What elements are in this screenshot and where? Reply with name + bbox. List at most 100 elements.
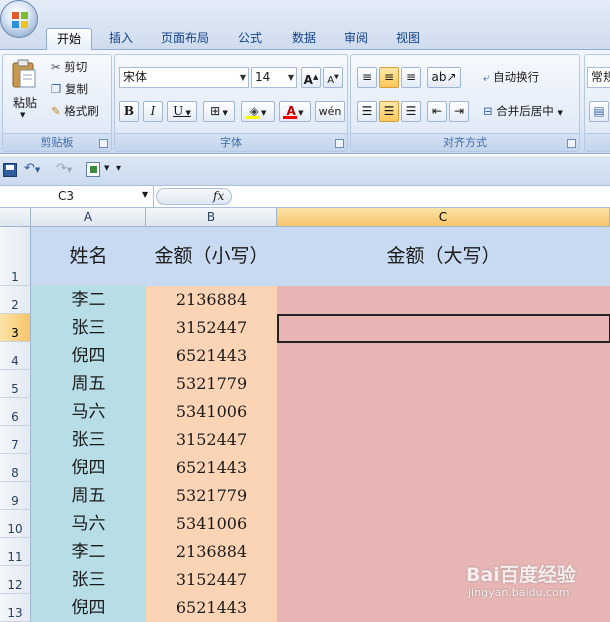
name-cell[interactable]: 马六 (31, 398, 146, 426)
align-center-button[interactable]: ☰ (379, 101, 399, 122)
tab-4[interactable]: 数据 (282, 28, 326, 50)
amount-uppercase-cell[interactable] (277, 454, 610, 482)
name-box[interactable]: C3 ▼ (0, 186, 154, 207)
name-cell[interactable]: 张三 (31, 314, 146, 342)
grow-font-button[interactable]: A▲ (301, 67, 321, 88)
bold-button[interactable]: B (119, 101, 139, 122)
row-header[interactable]: 2 (0, 286, 31, 314)
row-header[interactable]: 9 (0, 482, 31, 510)
amount-uppercase-cell[interactable] (277, 342, 610, 370)
name-cell[interactable]: 李二 (31, 538, 146, 566)
header-cell-name[interactable]: 姓名 (31, 227, 146, 286)
amount-uppercase-cell[interactable] (277, 370, 610, 398)
column-header-a[interactable]: A (31, 208, 146, 227)
accounting-format-button[interactable]: ▤ (589, 101, 609, 122)
row-header[interactable]: 6 (0, 398, 31, 426)
name-cell[interactable]: 张三 (31, 566, 146, 594)
borders-button[interactable]: ⊞ ▼ (203, 101, 235, 122)
align-left-button[interactable]: ☰ (357, 101, 377, 122)
font-name-combo[interactable]: 宋体 ▼ (119, 67, 249, 88)
amount-cell[interactable]: 3152447 (146, 566, 277, 594)
row-header[interactable]: 5 (0, 370, 31, 398)
row-header[interactable]: 4 (0, 342, 31, 370)
name-cell[interactable]: 马六 (31, 510, 146, 538)
tab-3[interactable]: 公式 (228, 28, 272, 50)
insert-function-icon[interactable]: fx (213, 189, 224, 203)
name-cell[interactable]: 周五 (31, 370, 146, 398)
amount-cell[interactable]: 2136884 (146, 538, 277, 566)
cut-button[interactable]: ✂ 剪切 (51, 57, 87, 77)
format-painter-button[interactable]: ✎ 格式刷 (51, 101, 99, 121)
number-format-combo[interactable]: 常规 (587, 67, 610, 88)
underline-button[interactable]: U ▼ (167, 101, 197, 122)
align-middle-button[interactable]: ≡ (379, 67, 399, 88)
copy-button[interactable]: ❐ 复制 (51, 79, 88, 99)
chevron-down-icon[interactable]: ▼ (142, 190, 148, 199)
print-preview-icon[interactable] (86, 162, 100, 177)
column-header-c[interactable]: C (277, 208, 610, 227)
decrease-indent-button[interactable]: ⇤ (427, 101, 447, 122)
tab-5[interactable]: 审阅 (334, 28, 378, 50)
amount-cell[interactable]: 6521443 (146, 454, 277, 482)
name-cell[interactable]: 倪四 (31, 454, 146, 482)
row-header[interactable]: 1 (0, 227, 31, 286)
fill-color-button[interactable]: ◈ ▼ (241, 101, 275, 122)
align-top-button[interactable]: ≡ (357, 67, 377, 88)
name-cell[interactable]: 倪四 (31, 342, 146, 370)
amount-cell[interactable]: 5341006 (146, 510, 277, 538)
orientation-button[interactable]: ab↗ (427, 67, 461, 88)
formula-input[interactable] (236, 186, 610, 207)
increase-indent-button[interactable]: ⇥ (449, 101, 469, 122)
name-cell[interactable]: 周五 (31, 482, 146, 510)
row-header[interactable]: 13 (0, 594, 31, 622)
amount-cell[interactable]: 6521443 (146, 342, 277, 370)
amount-uppercase-cell[interactable] (277, 426, 610, 454)
tab-6[interactable]: 视图 (386, 28, 430, 50)
customize-qat-icon[interactable]: ▾ (116, 163, 121, 174)
formula-bar-handle[interactable]: fx (156, 188, 232, 205)
font-launcher-icon[interactable] (335, 139, 344, 148)
redo-icon[interactable]: ↷▼ (56, 161, 72, 176)
amount-cell[interactable]: 5341006 (146, 398, 277, 426)
name-cell[interactable]: 张三 (31, 426, 146, 454)
tab-1[interactable]: 插入 (100, 28, 142, 50)
amount-cell[interactable]: 3152447 (146, 426, 277, 454)
italic-button[interactable]: I (143, 101, 163, 122)
amount-cell[interactable]: 5321779 (146, 482, 277, 510)
row-header[interactable]: 7 (0, 426, 31, 454)
row-header[interactable]: 12 (0, 566, 31, 594)
amount-cell[interactable]: 5321779 (146, 370, 277, 398)
row-header[interactable]: 3 (0, 314, 31, 342)
amount-cell[interactable]: 3152447 (146, 314, 277, 342)
clipboard-launcher-icon[interactable] (99, 139, 108, 148)
save-icon[interactable] (3, 163, 17, 177)
row-header[interactable]: 11 (0, 538, 31, 566)
undo-icon[interactable]: ↶▼ (24, 161, 40, 176)
align-bottom-button[interactable]: ≡ (401, 67, 421, 88)
office-button[interactable] (0, 0, 38, 38)
paste-button[interactable]: 粘贴 ▼ (9, 59, 39, 119)
row-header[interactable]: 8 (0, 454, 31, 482)
amount-uppercase-cell[interactable] (277, 510, 610, 538)
active-cell-outline[interactable] (277, 314, 610, 343)
align-right-button[interactable]: ☰ (401, 101, 421, 122)
shrink-font-button[interactable]: A▼ (323, 67, 343, 88)
wrap-text-button[interactable]: ⤶ 自动换行 (483, 67, 539, 87)
header-cell-amount-small[interactable]: 金额（小写） (146, 227, 277, 286)
font-size-combo[interactable]: 14 ▼ (251, 67, 297, 88)
name-cell[interactable]: 李二 (31, 286, 146, 314)
merge-center-button[interactable]: ⊟ 合并后居中 ▼ (483, 101, 563, 121)
font-color-button[interactable]: A ▼ (279, 101, 311, 122)
select-all-corner[interactable] (0, 208, 31, 227)
tab-2[interactable]: 页面布局 (150, 28, 220, 50)
amount-uppercase-cell[interactable] (277, 286, 610, 314)
phonetic-button[interactable]: wén (315, 101, 345, 122)
amount-uppercase-cell[interactable] (277, 482, 610, 510)
tab-0[interactable]: 开始 (46, 28, 92, 50)
column-header-b[interactable]: B (146, 208, 277, 227)
amount-cell[interactable]: 6521443 (146, 594, 277, 622)
row-header[interactable]: 10 (0, 510, 31, 538)
amount-cell[interactable]: 2136884 (146, 286, 277, 314)
chevron-down-icon[interactable]: ▼ (104, 164, 109, 172)
alignment-launcher-icon[interactable] (567, 139, 576, 148)
